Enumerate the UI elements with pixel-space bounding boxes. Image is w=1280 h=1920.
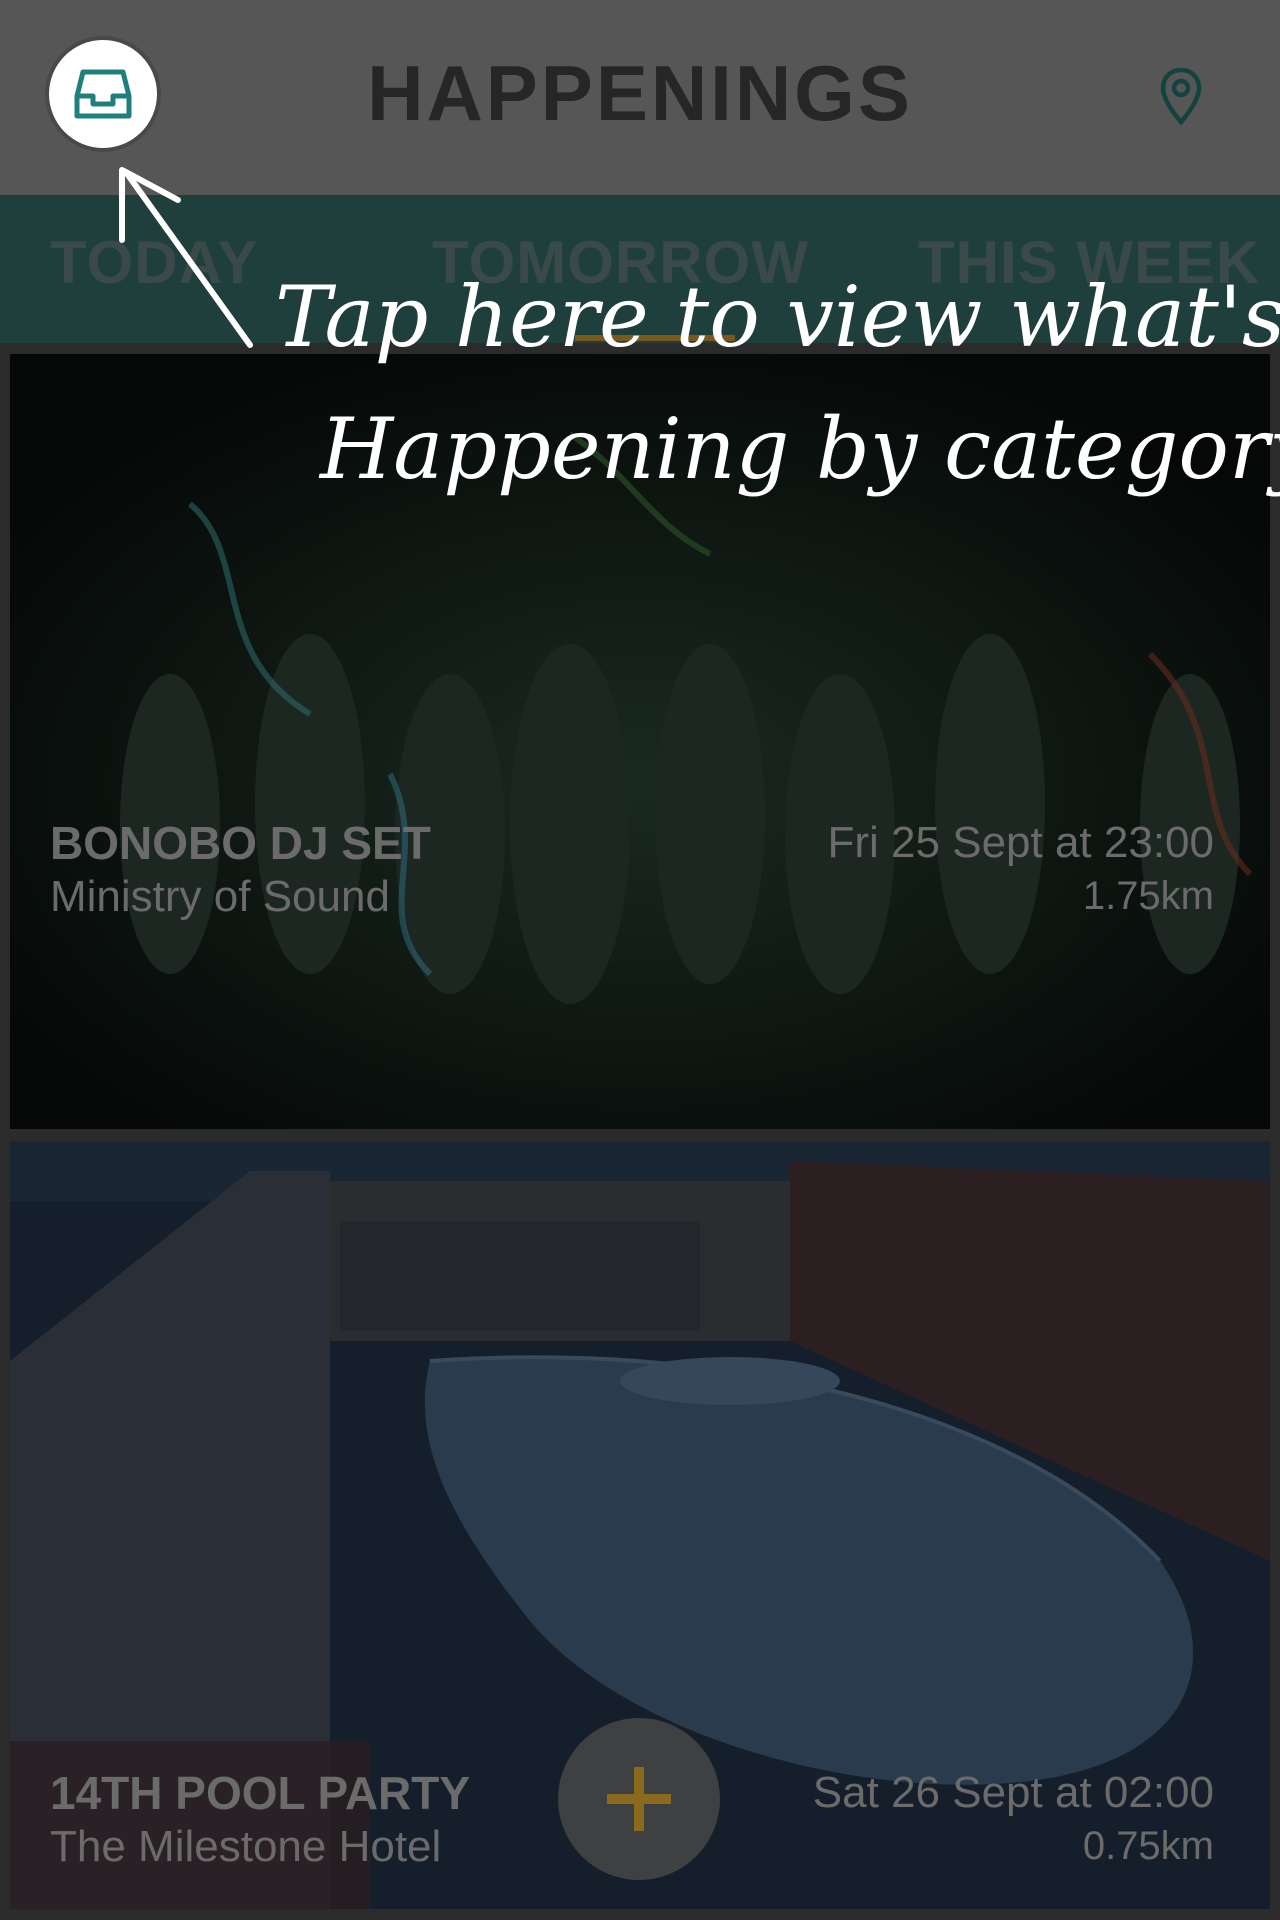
event-venue: Ministry of Sound	[50, 872, 390, 921]
event-datetime: Fri 25 Sept at 23:00	[827, 818, 1214, 867]
plus-icon	[607, 1767, 671, 1831]
add-event-button[interactable]	[558, 1718, 720, 1880]
tab-today[interactable]: TODAY	[50, 228, 258, 297]
coach-mark-text-line1: Tap here to view what's	[275, 268, 1280, 366]
event-distance: 0.75km	[1082, 1824, 1214, 1868]
event-venue: The Milestone Hotel	[50, 1822, 442, 1871]
page-title: HAPPENINGS	[367, 49, 913, 137]
event-title: 14TH POOL PARTY	[50, 1767, 471, 1819]
event-title: BONOBO DJ SET	[50, 817, 431, 869]
event-datetime: Sat 26 Sept at 02:00	[812, 1768, 1214, 1817]
app-header: HAPPENINGS	[0, 0, 1280, 195]
coach-mark-text-line2: Happening by category	[320, 400, 1280, 498]
event-distance: 1.75km	[1082, 874, 1214, 918]
location-pin-icon[interactable]	[1158, 66, 1204, 126]
